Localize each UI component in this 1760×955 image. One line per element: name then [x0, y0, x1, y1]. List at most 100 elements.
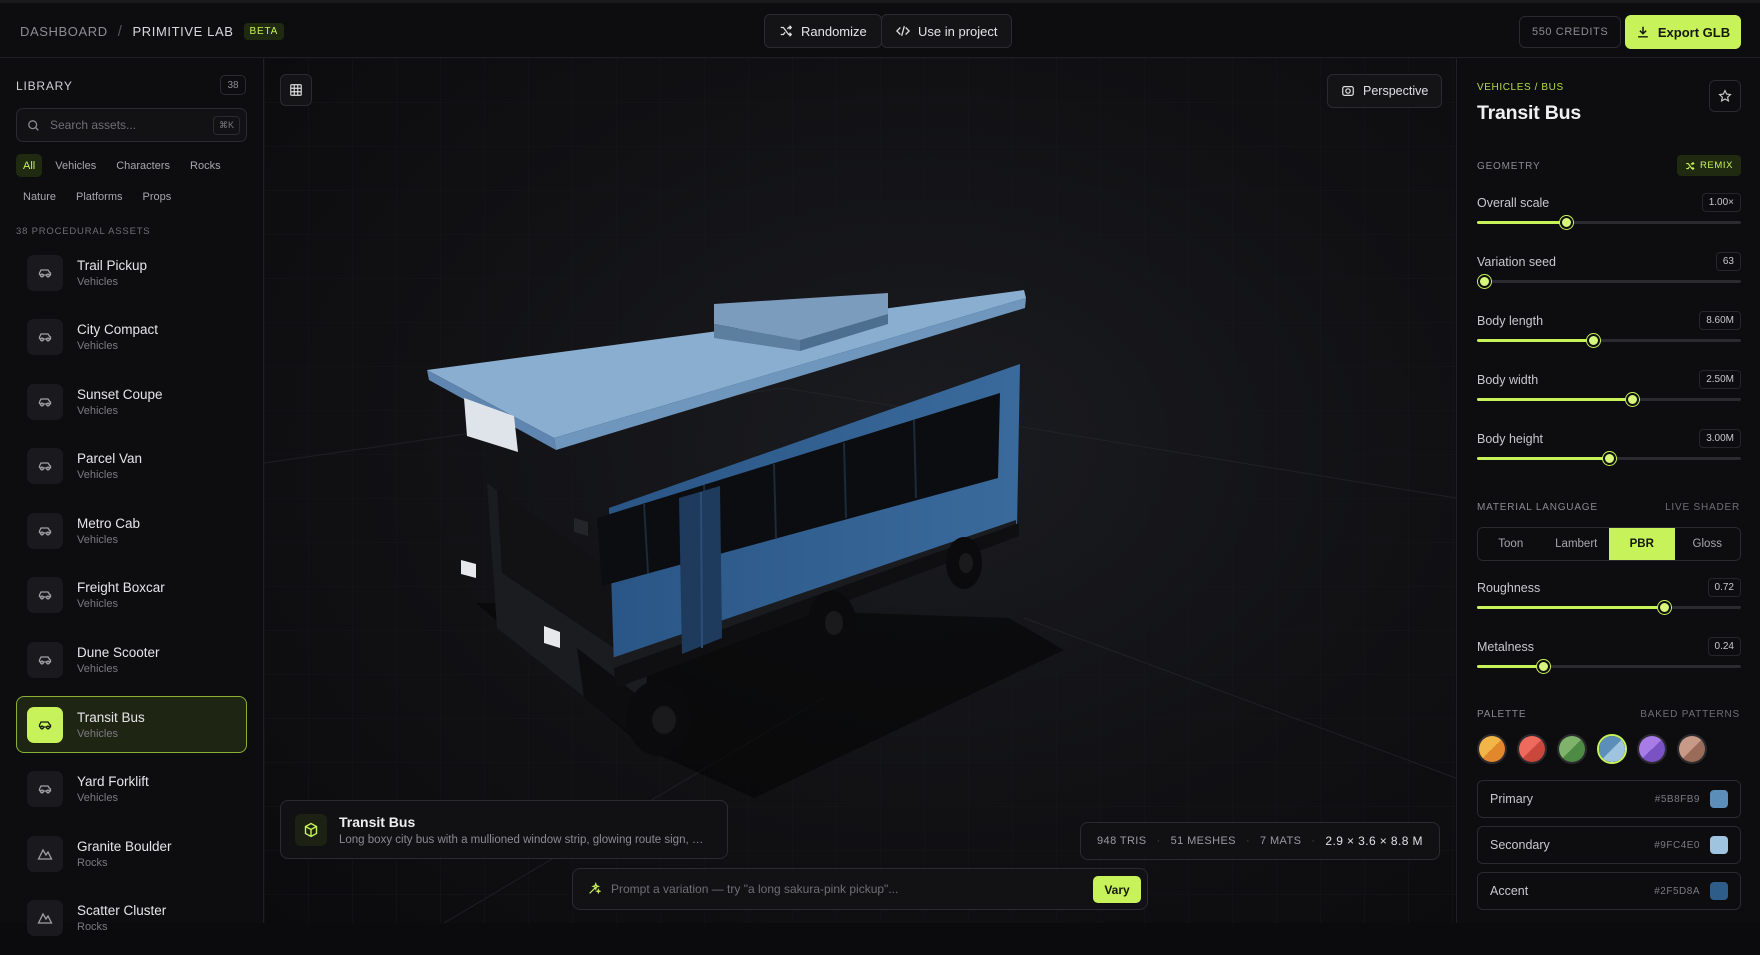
- asset-item-scatter-cluster[interactable]: Scatter Cluster Rocks: [16, 890, 247, 947]
- slider-label: Body length: [1477, 314, 1544, 328]
- asset-category: Vehicles: [77, 727, 118, 740]
- slider-label: Variation seed: [1477, 255, 1556, 269]
- cube-icon: [295, 813, 327, 846]
- asset-list: Trail Pickup Vehicles City Compact Vehicles…: [16, 244, 247, 955]
- color-swatch[interactable]: [1710, 836, 1728, 854]
- scene-canvas[interactable]: [264, 58, 1456, 923]
- material-option-toon[interactable]: Toon: [1478, 528, 1544, 560]
- variation-prompt: Vary: [572, 868, 1148, 910]
- palette-swatch[interactable]: [1477, 734, 1507, 764]
- prompt-input[interactable]: [611, 882, 1081, 896]
- vary-button[interactable]: Vary: [1093, 876, 1141, 903]
- palette-swatch[interactable]: [1677, 734, 1707, 764]
- color-hex[interactable]: #9FC4E0: [1654, 840, 1700, 851]
- slider-value[interactable]: 1.00×: [1701, 193, 1741, 212]
- slider-handle[interactable]: [1626, 393, 1640, 406]
- filter-chip-characters[interactable]: Characters: [109, 154, 177, 177]
- slider-track[interactable]: [1477, 601, 1741, 614]
- asset-category: Vehicles: [77, 663, 118, 676]
- slider-track[interactable]: [1477, 660, 1741, 673]
- slider-track[interactable]: [1477, 334, 1741, 347]
- remix-button[interactable]: REMIX: [1677, 155, 1741, 176]
- slider-fill: [1477, 221, 1567, 224]
- slider-track[interactable]: [1477, 452, 1741, 465]
- asset-item-trail-pickup[interactable]: Trail Pickup Vehicles: [16, 244, 247, 301]
- asset-category: Rocks: [77, 856, 108, 869]
- slider-track[interactable]: [1477, 393, 1741, 406]
- slider-body-length: Body length 8.60M: [1477, 311, 1741, 358]
- palette-swatch[interactable]: [1517, 734, 1547, 764]
- palette-swatch[interactable]: [1637, 734, 1667, 764]
- asset-item-transit-bus[interactable]: Transit Bus Vehicles: [16, 696, 247, 754]
- color-hex[interactable]: #2F5D8A: [1654, 886, 1700, 897]
- slider-value[interactable]: 2.50M: [1699, 370, 1741, 389]
- asset-item-granite-boulder[interactable]: Granite Boulder Rocks: [16, 825, 247, 882]
- car-icon: [27, 706, 63, 743]
- asset-item-city-compact[interactable]: City Compact Vehicles: [16, 309, 247, 366]
- grid-toggle-button[interactable]: [280, 74, 312, 106]
- asset-item-sunset-coupe[interactable]: Sunset Coupe Vehicles: [16, 373, 247, 430]
- filter-chip-rocks[interactable]: Rocks: [183, 154, 228, 177]
- color-row-accent[interactable]: Accent #2F5D8A: [1477, 872, 1741, 910]
- slider-handle[interactable]: [1657, 601, 1671, 614]
- code-icon: [896, 26, 910, 36]
- asset-category: Vehicles: [77, 275, 118, 288]
- asset-item-yard-forklift[interactable]: Yard Forklift Vehicles: [16, 761, 247, 818]
- info-description: Long boxy city bus with a mullioned wind…: [339, 833, 709, 846]
- randomize-button[interactable]: Randomize: [764, 14, 882, 48]
- use-in-project-button[interactable]: Use in project: [881, 14, 1013, 48]
- search-box: ⌘K: [16, 108, 247, 142]
- 3d-viewport[interactable]: Perspective Transit Bus Long boxy city b…: [264, 58, 1456, 923]
- camera-mode-button[interactable]: Perspective: [1327, 74, 1443, 108]
- color-row-primary[interactable]: Primary #5B8FB9: [1477, 780, 1741, 818]
- slider-handle[interactable]: [1536, 660, 1550, 673]
- slider-handle[interactable]: [1478, 275, 1492, 288]
- slider-fill: [1477, 606, 1665, 609]
- favorite-button[interactable]: [1709, 80, 1741, 112]
- asset-item-dune-scooter[interactable]: Dune Scooter Vehicles: [16, 632, 247, 689]
- library-title: LIBRARY: [16, 79, 73, 93]
- asset-item-parcel-van[interactable]: Parcel Van Vehicles: [16, 438, 247, 495]
- color-name: Secondary: [1490, 838, 1550, 852]
- slider-value[interactable]: 3.00M: [1699, 429, 1741, 448]
- breadcrumb-dashboard[interactable]: DASHBOARD: [20, 24, 108, 39]
- filter-chip-all[interactable]: All: [16, 154, 43, 177]
- search-shortcut: ⌘K: [212, 116, 240, 135]
- slider-value[interactable]: 0.24: [1707, 637, 1741, 656]
- color-swatch[interactable]: [1710, 882, 1728, 900]
- slider-handle[interactable]: [1560, 216, 1574, 229]
- shuffle-icon: [1686, 161, 1695, 170]
- asset-name: Freight Boxcar: [77, 580, 165, 596]
- material-option-pbr[interactable]: PBR: [1609, 528, 1675, 560]
- slider-value[interactable]: 63: [1715, 252, 1741, 271]
- color-hex[interactable]: #5B8FB9: [1655, 794, 1700, 805]
- material-option-gloss[interactable]: Gloss: [1675, 528, 1741, 560]
- palette-swatch[interactable]: [1557, 734, 1587, 764]
- slider-handle[interactable]: [1586, 334, 1600, 347]
- asset-item-metro-cab[interactable]: Metro Cab Vehicles: [16, 502, 247, 559]
- color-swatch[interactable]: [1710, 790, 1728, 808]
- grid-icon: [290, 84, 302, 96]
- top-bar: DASHBOARD / PRIMITIVE LAB BETA Randomize…: [0, 0, 1760, 58]
- filter-chip-props[interactable]: Props: [136, 185, 179, 208]
- mountain-icon: [27, 835, 63, 872]
- export-glb-button[interactable]: Export GLB: [1625, 15, 1741, 49]
- search-input[interactable]: [50, 118, 200, 132]
- slider-value[interactable]: 8.60M: [1699, 311, 1741, 330]
- camera-mode-label: Perspective: [1363, 84, 1429, 98]
- filter-chip-nature[interactable]: Nature: [16, 185, 63, 208]
- remix-label: REMIX: [1699, 160, 1734, 171]
- filter-chip-vehicles[interactable]: Vehicles: [48, 154, 103, 177]
- slider-handle[interactable]: [1602, 452, 1616, 465]
- inspector-breadcrumb[interactable]: VEHICLES / BUS: [1477, 82, 1564, 93]
- slider-track[interactable]: [1477, 275, 1741, 288]
- slider-track[interactable]: [1477, 216, 1741, 229]
- color-row-secondary[interactable]: Secondary #9FC4E0: [1477, 826, 1741, 864]
- material-option-lambert[interactable]: Lambert: [1544, 528, 1610, 560]
- slider-label: Body height: [1477, 432, 1544, 446]
- asset-item-freight-boxcar[interactable]: Freight Boxcar Vehicles: [16, 567, 247, 624]
- palette-swatch[interactable]: [1597, 734, 1627, 764]
- car-icon: [27, 771, 63, 808]
- filter-chip-platforms[interactable]: Platforms: [69, 185, 129, 208]
- slider-value[interactable]: 0.72: [1707, 578, 1741, 597]
